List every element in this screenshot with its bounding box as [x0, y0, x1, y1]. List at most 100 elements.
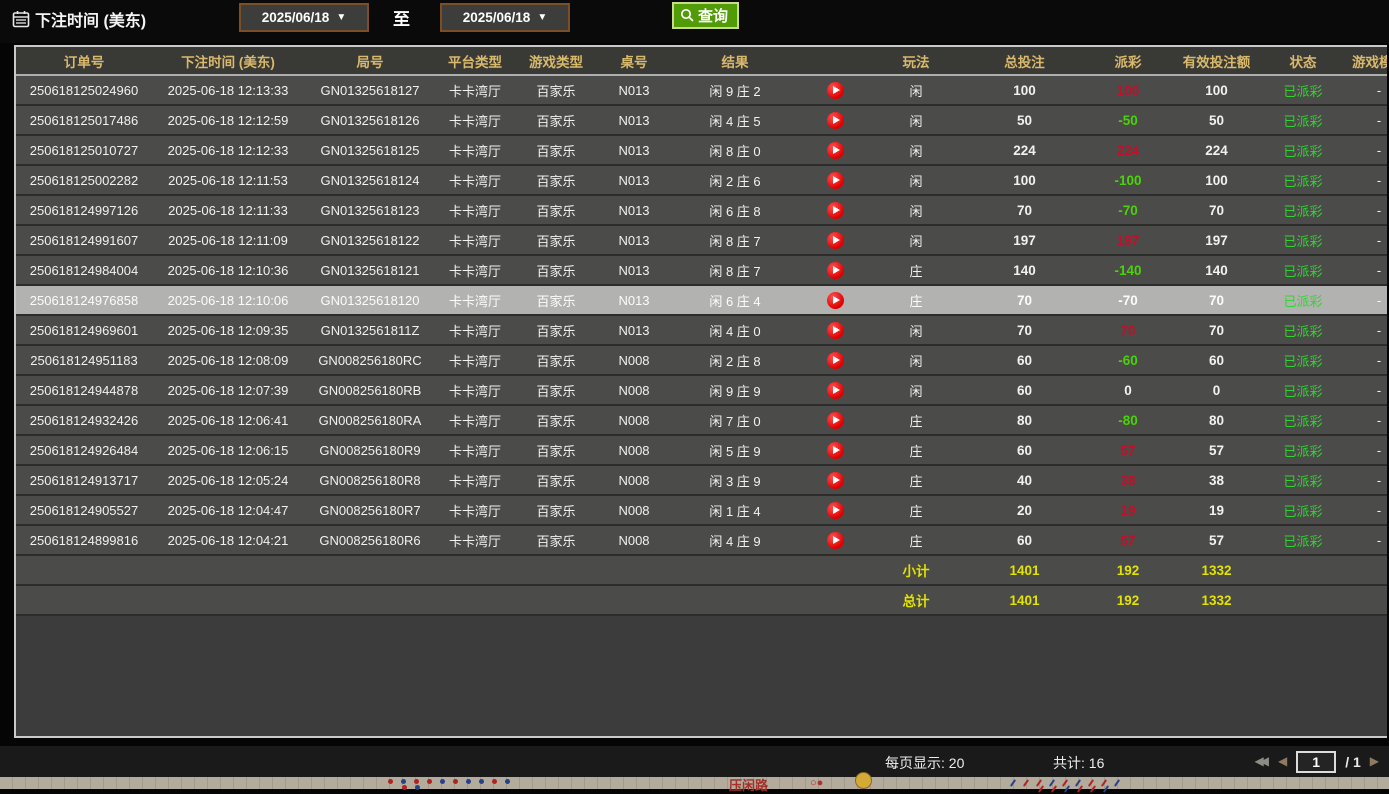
road-mark-red [402, 785, 407, 790]
game-mode: - [1342, 315, 1387, 345]
bet-side: 闲 [870, 105, 962, 135]
valid-bet-amount: 60 [1169, 345, 1264, 375]
road-mark-blue [1064, 785, 1070, 793]
bet-time: 2025-06-18 12:04:21 [152, 525, 304, 555]
bet-time: 2025-06-18 12:11:33 [152, 195, 304, 225]
table-row[interactable]: 250618125010727 2025-06-18 12:12:33 GN01… [16, 135, 1387, 165]
payout-amount: 197 [1087, 225, 1169, 255]
bet-time: 2025-06-18 12:04:47 [152, 495, 304, 525]
page-number-input[interactable] [1296, 751, 1336, 773]
column-header: 游戏模式 [1342, 47, 1387, 75]
play-icon[interactable] [827, 82, 844, 99]
valid-bet-amount: 57 [1169, 525, 1264, 555]
prev-page-icon[interactable]: ◀ [1278, 749, 1287, 774]
play-icon[interactable] [827, 202, 844, 219]
play-icon[interactable] [827, 172, 844, 189]
play-icon[interactable] [827, 352, 844, 369]
play-icon[interactable] [827, 322, 844, 339]
bet-time: 2025-06-18 12:05:24 [152, 465, 304, 495]
status-badge: 已派彩 [1264, 465, 1342, 495]
date-from-select[interactable]: 2025/06/18▼ [239, 3, 369, 32]
first-page-icon[interactable]: ◀◀ [1254, 749, 1268, 774]
bet-side: 闲 [870, 345, 962, 375]
game-type: 百家乐 [514, 75, 598, 105]
subtotal-valid: 1332 [1169, 555, 1264, 585]
result-score: 闲 3 庄 9 [670, 465, 800, 495]
table-row[interactable]: 250618124944878 2025-06-18 12:07:39 GN00… [16, 375, 1387, 405]
road-mark-blue [415, 785, 420, 790]
table-row[interactable]: 250618125024960 2025-06-18 12:13:33 GN01… [16, 75, 1387, 105]
date-to-select[interactable]: 2025/06/18▼ [440, 3, 570, 32]
next-page-icon[interactable]: ▶ [1370, 749, 1379, 774]
table-row[interactable]: 250618124899816 2025-06-18 12:04:21 GN00… [16, 525, 1387, 555]
play-icon[interactable] [827, 142, 844, 159]
road-mark-red [453, 779, 458, 784]
road-mark-blue [440, 779, 445, 784]
play-icon[interactable] [827, 112, 844, 129]
order-number: 250618124997126 [16, 195, 152, 225]
bet-side: 庄 [870, 405, 962, 435]
table-row[interactable]: 250618125017486 2025-06-18 12:12:59 GN01… [16, 105, 1387, 135]
table-row[interactable]: 250618124913717 2025-06-18 12:05:24 GN00… [16, 465, 1387, 495]
column-header: 平台类型 [436, 47, 514, 75]
table-row[interactable]: 250618124997126 2025-06-18 12:11:33 GN01… [16, 195, 1387, 225]
total-bet-amount: 197 [962, 225, 1087, 255]
result-score: 闲 1 庄 4 [670, 495, 800, 525]
table-row[interactable]: 250618124926484 2025-06-18 12:06:15 GN00… [16, 435, 1387, 465]
column-header: 结果 [670, 47, 800, 75]
table-row[interactable]: 250618124969601 2025-06-18 12:09:35 GN01… [16, 315, 1387, 345]
game-mode: - [1342, 375, 1387, 405]
toolbar: 下注时间 (美东) 2025/06/18▼ 至 2025/06/18▼ 查询 [0, 0, 1389, 43]
total-bet-amount: 60 [962, 525, 1087, 555]
play-icon[interactable] [827, 412, 844, 429]
bet-time: 2025-06-18 12:13:33 [152, 75, 304, 105]
round-number: GN01325618126 [304, 105, 436, 135]
per-page-label[interactable]: 每页显示: 20 [885, 753, 964, 773]
platform-type: 卡卡湾厅 [436, 195, 514, 225]
play-icon[interactable] [827, 442, 844, 459]
table-row[interactable]: 250618124905527 2025-06-18 12:04:47 GN00… [16, 495, 1387, 525]
table-row[interactable]: 250618125002282 2025-06-18 12:11:53 GN01… [16, 165, 1387, 195]
play-icon[interactable] [827, 292, 844, 309]
play-icon[interactable] [827, 232, 844, 249]
result-score: 闲 8 庄 7 [670, 255, 800, 285]
table-row[interactable]: 250618124976858 2025-06-18 12:10:06 GN01… [16, 285, 1387, 315]
order-number: 250618124991607 [16, 225, 152, 255]
payout-amount: -50 [1087, 105, 1169, 135]
total-bet-amount: 100 [962, 165, 1087, 195]
table-number: N013 [598, 165, 670, 195]
game-type: 百家乐 [514, 195, 598, 225]
valid-bet-amount: 0 [1169, 375, 1264, 405]
play-icon[interactable] [827, 472, 844, 489]
replay-cell [800, 135, 870, 165]
road-mark-blue [466, 779, 471, 784]
play-icon[interactable] [827, 502, 844, 519]
round-number: GN008256180R8 [304, 465, 436, 495]
total-bet-amount: 60 [962, 435, 1087, 465]
table-row[interactable]: 250618124991607 2025-06-18 12:11:09 GN01… [16, 225, 1387, 255]
game-mode: - [1342, 165, 1387, 195]
replay-cell [800, 105, 870, 135]
table-row[interactable]: 250618124951183 2025-06-18 12:08:09 GN00… [16, 345, 1387, 375]
play-icon[interactable] [827, 262, 844, 279]
platform-type: 卡卡湾厅 [436, 75, 514, 105]
table-row[interactable]: 250618124932426 2025-06-18 12:06:41 GN00… [16, 405, 1387, 435]
table-row[interactable]: 250618124984004 2025-06-18 12:10:36 GN01… [16, 255, 1387, 285]
bet-time: 2025-06-18 12:06:15 [152, 435, 304, 465]
column-header: 有效投注额 [1169, 47, 1264, 75]
payout-amount: 38 [1087, 465, 1169, 495]
game-mode: - [1342, 495, 1387, 525]
valid-bet-amount: 224 [1169, 135, 1264, 165]
search-button[interactable]: 查询 [672, 2, 739, 29]
table-number: N013 [598, 255, 670, 285]
play-icon[interactable] [827, 532, 844, 549]
status-badge: 已派彩 [1264, 225, 1342, 255]
payout-amount: 100 [1087, 75, 1169, 105]
round-number: GN01325618120 [304, 285, 436, 315]
play-icon[interactable] [827, 382, 844, 399]
total-bet: 1401 [962, 585, 1087, 615]
replay-cell [800, 495, 870, 525]
column-header: 游戏类型 [514, 47, 598, 75]
total-bet-amount: 70 [962, 195, 1087, 225]
replay-cell [800, 225, 870, 255]
